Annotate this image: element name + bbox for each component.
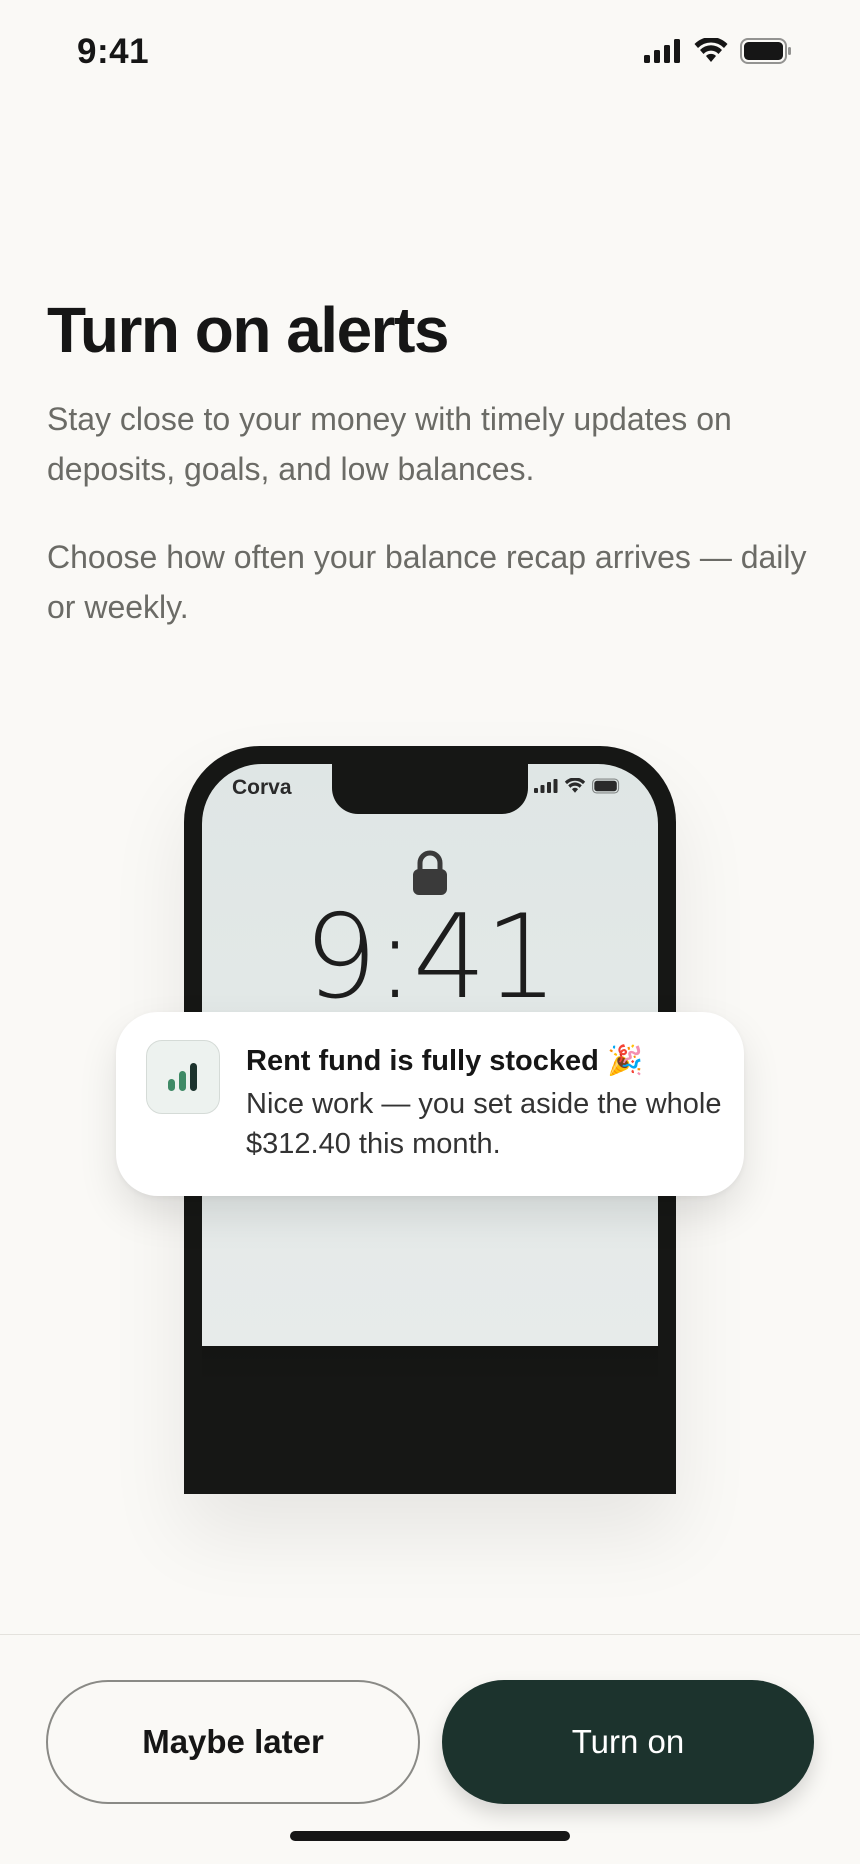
- phone-status-icons: [534, 778, 622, 794]
- battery-icon: [740, 38, 791, 64]
- signal-icon: [644, 39, 680, 63]
- phone-illustration: Corva 9:41: [0, 0, 860, 1864]
- maybe-later-button[interactable]: Maybe later: [46, 1680, 420, 1804]
- intro-section: Turn on alerts Stay close to your money …: [47, 290, 807, 632]
- party-popper-icon: 🎉: [606, 1045, 644, 1077]
- phone-shadow: [202, 1346, 658, 1386]
- recap-frequency-text: Choose how often your balance recap arri…: [47, 539, 807, 625]
- notification-title-text: Rent fund is fully stocked: [246, 1045, 599, 1077]
- phone-battery-icon: [592, 778, 620, 794]
- status-icons: [644, 38, 792, 64]
- wifi-icon: [694, 38, 728, 62]
- status-bar: 9:41: [0, 0, 860, 110]
- home-indicator[interactable]: [290, 1831, 570, 1841]
- page-title: Turn on alerts: [47, 294, 449, 366]
- turn-on-button[interactable]: Turn on: [442, 1680, 814, 1804]
- footer-divider: [0, 1634, 860, 1635]
- phone-wifi-icon: [564, 778, 586, 793]
- phone-notch: [332, 762, 528, 814]
- phone-signal-icon: [534, 779, 558, 793]
- lock-screen-time: 9:41: [303, 890, 559, 1025]
- notification-title: Rent fund is fully stocked 🎉: [246, 1044, 643, 1078]
- description-text: Stay close to your money with timely upd…: [47, 401, 732, 487]
- phone-carrier-label: Corva: [232, 776, 292, 799]
- notification-body: Nice work — you set aside the whole $312…: [246, 1088, 722, 1160]
- lock-icon: [413, 850, 447, 895]
- bar-chart-icon: [146, 1040, 220, 1114]
- phone-reflection: [184, 1346, 676, 1496]
- phone-reflection-inner: [202, 1346, 658, 1486]
- status-time: 9:41: [77, 32, 150, 71]
- sample-notification: Rent fund is fully stocked 🎉 Nice work —…: [116, 1012, 744, 1196]
